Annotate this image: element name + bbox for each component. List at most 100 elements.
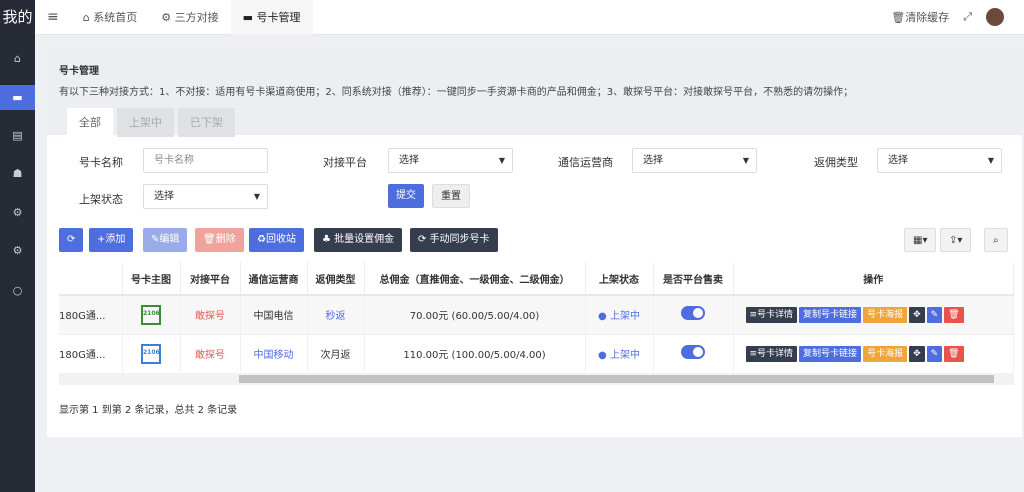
main-card: 号卡管理 有以下三种对接方式：1、不对接：适用有号卡渠道商使用；2、同系统对接（… <box>47 50 1022 437</box>
submit-button[interactable]: 提交 <box>388 184 424 208</box>
tab-label: 三方对接 <box>174 10 219 24</box>
type-select[interactable]: 选择 ▼ <box>877 148 1002 173</box>
columns-button[interactable]: ▦▾ <box>904 228 937 252</box>
col-header[interactable]: 是否平台售卖 <box>653 262 734 296</box>
sidebar-item-gears-2[interactable]: ⚙ <box>0 238 35 263</box>
select-value: 选择 <box>154 191 174 202</box>
sidebar-item-circle[interactable]: ○ <box>0 278 35 303</box>
col-header[interactable]: 操作 <box>733 262 1014 296</box>
operator-label: 通信运营商 <box>558 156 613 169</box>
delete-icon[interactable]: 🗑 <box>944 306 964 323</box>
col-header[interactable] <box>59 262 123 296</box>
sitemap-icon: ♣ <box>322 234 331 245</box>
tab-card-management[interactable]: ▬ 号卡管理 <box>230 0 313 35</box>
logo: 我的 <box>2 8 33 26</box>
delete-button[interactable]: 🗑删除 <box>195 228 244 252</box>
tab-all[interactable]: 全部 <box>67 108 113 137</box>
horizontal-scrollbar[interactable] <box>59 373 1014 385</box>
tab-on-shelf[interactable]: 上架中 <box>117 108 174 137</box>
select-value: 选择 <box>643 155 663 166</box>
reset-button[interactable]: 重置 <box>432 184 470 208</box>
move-icon[interactable]: ✥ <box>909 306 925 323</box>
table-row: 180G通... 2106 敢探号 中国电信 秒返 70.00元 (60.00/… <box>59 295 1014 335</box>
platform-sale-toggle[interactable] <box>681 306 705 321</box>
tab-third-party[interactable]: ⚙ 三方对接 <box>149 0 230 35</box>
commission: 110.00元 (100.00/5.00/4.00) <box>364 334 586 374</box>
status: ● 上架中 <box>585 295 654 335</box>
manual-sync-button[interactable]: ⟳ 手动同步号卡 <box>410 228 498 252</box>
card-image[interactable]: 2106 <box>141 343 161 364</box>
col-header[interactable]: 返佣类型 <box>307 262 365 296</box>
sidebar-item-users[interactable]: ☗ <box>0 161 35 186</box>
sidebar: 我的 ⌂ ▬ ▤ ☗ ⚙ ⚙ ○ <box>0 0 35 492</box>
copy-link-button[interactable]: 复制号卡链接 <box>799 306 862 323</box>
platform-select[interactable]: 选择 ▼ <box>388 148 513 173</box>
page-title: 号卡管理 <box>59 66 99 77</box>
col-header[interactable]: 总佣金（直推佣金、一级佣金、二级佣金） <box>364 262 586 296</box>
col-header[interactable]: 通信运营商 <box>240 262 308 296</box>
tab-label: 系统首页 <box>93 10 138 24</box>
caret-down-icon: ▼ <box>253 192 260 201</box>
card-table: 号卡主图 对接平台 通信运营商 返佣类型 总佣金（直推佣金、一级佣金、二级佣金）… <box>59 262 1014 374</box>
status-label: 上架状态 <box>79 193 123 206</box>
export-button[interactable]: ⇪▾ <box>940 228 972 252</box>
col-header[interactable]: 号卡主图 <box>122 262 181 296</box>
caret-down-icon: ▼ <box>498 156 505 165</box>
top-bar: ≡ ⌂ 系统首页 ⚙ 三方对接 ▬ 号卡管理 🗑清除缓存 ⤢ <box>35 0 1024 35</box>
sidebar-item-file[interactable]: ▤ <box>0 123 35 148</box>
poster-button[interactable]: 号卡海报 <box>863 345 908 362</box>
search-button[interactable]: ⌕ <box>984 228 1008 252</box>
rebate-type: 次月返 <box>307 334 365 374</box>
platform: 敢探号 <box>180 334 241 374</box>
fullscreen-icon[interactable]: ⤢ <box>963 10 972 24</box>
tab-off-shelf[interactable]: 已下架 <box>178 108 235 137</box>
commission: 70.00元 (60.00/5.00/4.00) <box>364 295 586 335</box>
copy-link-button[interactable]: 复制号卡链接 <box>799 345 862 362</box>
avatar[interactable] <box>986 8 1004 26</box>
name-input[interactable]: 号卡名称 <box>143 148 268 173</box>
add-button[interactable]: +添加 <box>89 228 134 252</box>
edit-button[interactable]: ✎编辑 <box>143 228 188 252</box>
refresh-button[interactable]: ⟳ <box>59 228 84 252</box>
move-icon[interactable]: ✥ <box>909 345 925 362</box>
clear-cache-button[interactable]: 🗑清除缓存 <box>891 9 949 25</box>
recycle-bin-button[interactable]: ♻回收站 <box>249 228 304 252</box>
menu-toggle-icon[interactable]: ≡ <box>35 0 71 35</box>
card-name: 180G通... <box>59 295 123 335</box>
edit-icon[interactable]: ✎ <box>926 345 943 362</box>
scrollbar-thumb[interactable] <box>239 375 994 383</box>
platform-label: 对接平台 <box>323 156 367 169</box>
operator-select[interactable]: 选择 ▼ <box>632 148 757 173</box>
card-detail-button[interactable]: ≡号卡详情 <box>745 345 798 362</box>
sidebar-item-card[interactable]: ▬ <box>0 85 35 110</box>
status-select[interactable]: 选择 ▼ <box>143 184 268 209</box>
tab-home[interactable]: ⌂ 系统首页 <box>71 0 149 35</box>
caret-down-icon: ▼ <box>742 156 749 165</box>
caret-down-icon: ▼ <box>987 156 994 165</box>
button-label: 批量设置佣金 <box>334 234 395 245</box>
col-header[interactable]: 对接平台 <box>180 262 241 296</box>
card-detail-button[interactable]: ≡号卡详情 <box>745 306 798 323</box>
edit-icon[interactable]: ✎ <box>926 306 943 323</box>
card-name: 180G通... <box>59 334 123 374</box>
delete-icon[interactable]: 🗑 <box>944 345 964 362</box>
select-value: 选择 <box>888 155 908 166</box>
card-image[interactable]: 2106 <box>141 304 161 325</box>
platform-sale-toggle[interactable] <box>681 345 705 359</box>
operator: 中国移动 <box>240 334 308 374</box>
table-row: 180G通... 2106 敢探号 中国移动 次月返 110.00元 (100.… <box>59 334 1014 374</box>
name-label: 号卡名称 <box>79 156 123 169</box>
operator: 中国电信 <box>240 295 308 335</box>
page-description: 有以下三种对接方式：1、不对接：适用有号卡渠道商使用；2、同系统对接（推荐）：一… <box>59 87 854 98</box>
poster-button[interactable]: 号卡海报 <box>863 306 908 323</box>
sidebar-item-home[interactable]: ⌂ <box>0 46 35 71</box>
clear-cache-label: 清除缓存 <box>905 11 950 24</box>
col-header[interactable]: 上架状态 <box>585 262 654 296</box>
card-icon: ▬ <box>242 10 253 24</box>
sidebar-item-gears[interactable]: ⚙ <box>0 200 35 225</box>
platform: 敢探号 <box>180 295 241 335</box>
gear-icon: ⚙ <box>161 10 172 24</box>
batch-commission-button[interactable]: ♣ 批量设置佣金 <box>314 228 403 252</box>
tab-label: 号卡管理 <box>256 10 301 24</box>
select-value: 选择 <box>399 155 419 166</box>
